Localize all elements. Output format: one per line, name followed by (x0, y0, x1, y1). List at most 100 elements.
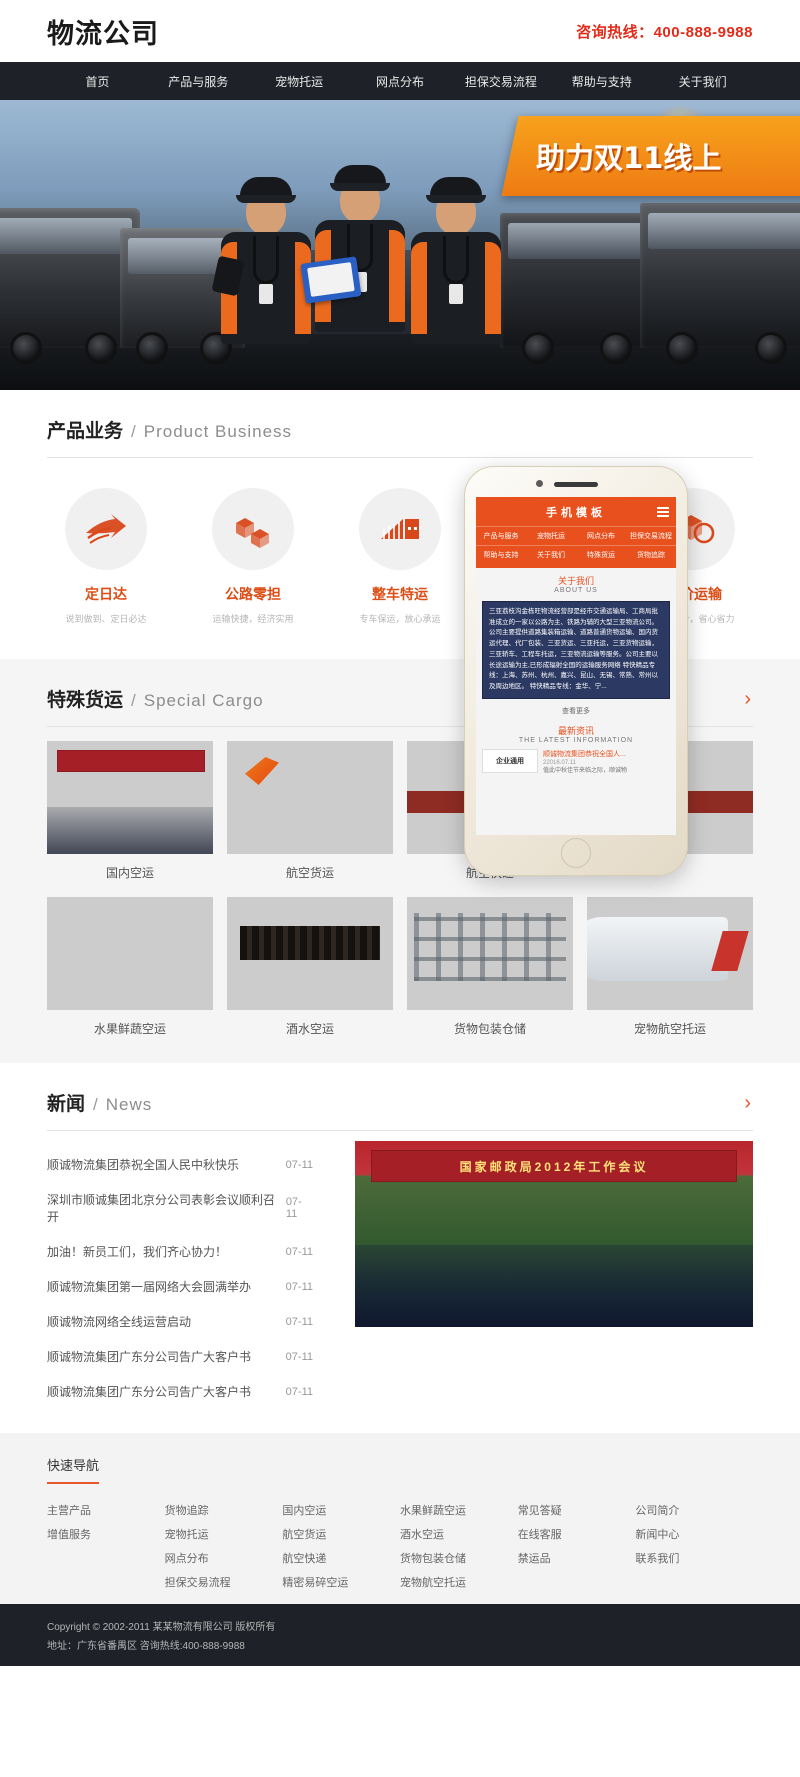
section-title-cn: 特殊货运 (47, 690, 124, 711)
quick-nav-link[interactable]: 网点分布 (165, 1546, 283, 1570)
phone-speaker (554, 482, 598, 487)
site-header: 物流公司 咨询热线：400-888-9988 (0, 0, 800, 62)
nav-item-6[interactable]: 帮助与支持 (551, 62, 652, 100)
quick-nav-link[interactable]: 酒水空运 (400, 1522, 518, 1546)
nav-item-7[interactable]: 关于我们 (652, 62, 753, 100)
quick-nav-grid: 主营产品 增值服务 货物追踪 宠物托运 网点分布 担保交易流程 国内空运 航空货运 航空快递 精密… (47, 1498, 753, 1594)
quick-nav-title: 快速导航 (47, 1455, 100, 1484)
quick-nav-link[interactable]: 宠物托运 (165, 1522, 283, 1546)
quick-nav-link[interactable]: 新闻中心 (635, 1522, 753, 1546)
news-row[interactable]: 顺诚物流集团第一届网络大会圆满举办 07-11 (47, 1269, 329, 1304)
copyright-line-2: 地址：广东省番禺区 咨询热线:400-888-9988 (47, 1641, 245, 1652)
news-image-crowd (355, 1245, 753, 1327)
nav-item-3[interactable]: 宠物托运 (249, 62, 350, 100)
cargo-caption: 货物包装仓储 (453, 1022, 526, 1036)
phone-home-button[interactable] (561, 838, 591, 868)
quick-nav-link[interactable]: 增值服务 (47, 1522, 165, 1546)
quick-nav-column-3: 国内空运 航空货运 航空快递 精密易碎空运 (282, 1498, 400, 1594)
section-title-en: News (105, 1095, 153, 1114)
news-next-arrow-icon[interactable]: › (744, 1093, 751, 1113)
quick-nav-link[interactable]: 担保交易流程 (165, 1570, 283, 1594)
phone-nav-item[interactable]: 担保交易流程 (626, 526, 676, 545)
quick-nav-link[interactable]: 水果鲜蔬空运 (400, 1498, 518, 1522)
quick-nav-link[interactable]: 国内空运 (282, 1498, 400, 1522)
news-row[interactable]: 顺诚物流集团广东分公司告广大客户书 07-11 (47, 1374, 329, 1409)
news-title: 加油！新员工们，我们齐心协力！ (47, 1245, 228, 1259)
quick-nav-link[interactable]: 航空快递 (282, 1546, 400, 1570)
quick-nav-link[interactable]: 精密易碎空运 (282, 1570, 400, 1594)
product-card-1[interactable]: 定日达 说到做到、定日必达 (47, 488, 165, 625)
cargo-caption: 水果鲜蔬空运 (93, 1022, 166, 1036)
quick-nav-link[interactable]: 主营产品 (47, 1498, 165, 1522)
product-desc: 专车保运，放心承运 (359, 614, 441, 624)
plane-loading-photo (587, 897, 753, 1010)
truck-image (0, 208, 140, 364)
product-name: 整车特运 (372, 586, 428, 602)
news-date: 07-11 (285, 1196, 302, 1220)
news-row[interactable]: 顺诚物流网络全线运营启动 07-11 (47, 1304, 329, 1339)
phone-nav-item[interactable]: 帮助与支持 (476, 545, 526, 564)
nav-item-2[interactable]: 产品与服务 (148, 62, 249, 100)
news-featured-image[interactable]: 国家邮政局2012年工作会议 (355, 1141, 753, 1327)
cargo-card-5[interactable]: 水果鲜蔬空运 (47, 897, 213, 1041)
phone-about-title-en: ABOUT US (554, 587, 598, 594)
quick-nav-link[interactable]: 货物追踪 (165, 1498, 283, 1522)
quick-nav-link[interactable]: 联系我们 (635, 1546, 753, 1570)
nav-item-5[interactable]: 担保交易流程 (450, 62, 551, 100)
cargo-card-1[interactable]: 国内空运 (47, 741, 213, 885)
news-row[interactable]: 顺诚物流集团恭祝全国人民中秋快乐 07-11 (47, 1147, 329, 1182)
conference-photo (47, 741, 213, 854)
hamburger-menu-icon[interactable] (657, 505, 669, 519)
truck-image (500, 213, 650, 364)
quick-nav-link[interactable]: 货物包装仓储 (400, 1546, 518, 1570)
section-title-sep: / (93, 1095, 98, 1114)
phone-nav-item[interactable]: 特殊货运 (576, 545, 626, 564)
phone-nav-item[interactable]: 关于我们 (526, 545, 576, 564)
nav-item-4[interactable]: 网点分布 (350, 62, 451, 100)
cargo-card-8[interactable]: 宠物航空托运 (587, 897, 753, 1041)
news-list: 顺诚物流集团恭祝全国人民中秋快乐 07-11 深圳市顺诚集团北京分公司表彰会议顺利召… (47, 1141, 329, 1409)
quick-nav-link[interactable]: 宠物航空托运 (400, 1570, 518, 1594)
product-desc: 说到做到、定日必达 (65, 614, 147, 624)
phone-about-heading: 关于我们 ABOUT US (476, 568, 676, 597)
truck-image (640, 203, 800, 364)
cargo-card-2[interactable]: 航空货运 (227, 741, 393, 885)
nav-item-1[interactable]: 首页 (47, 62, 148, 100)
phone-news-headline: 顺诚物流集团恭祝全国人... (543, 750, 626, 758)
cargo-caption: 国内空运 (105, 866, 154, 880)
site-footer: 快速导航 主营产品 增值服务 货物追踪 宠物托运 网点分布 担保交易流程 国内空运 航空货运航… (0, 1433, 800, 1604)
site-logo[interactable]: 物流公司 (47, 12, 159, 51)
product-card-2[interactable]: 公路零担运输快捷，经济实用 (194, 488, 312, 625)
phone-mockup: 手机模板 产品与服务 宠物托运 网点分布 担保交易流程 帮助与支持 关于我们 特殊货运 货物… (464, 466, 688, 876)
product-name: 公路零担 (225, 586, 281, 602)
news-row[interactable]: 加油！新员工们，我们齐心协力！ 07-11 (47, 1234, 329, 1269)
phone-nav-item[interactable]: 产品与服务 (476, 526, 526, 545)
news-title: 顺诚物流集团广东分公司告广大客户书 (47, 1385, 252, 1399)
phone-nav-item[interactable]: 网点分布 (576, 526, 626, 545)
product-card-3[interactable]: 整车特运专车保运，放心承运 (341, 488, 459, 625)
copyright-bar: Copyright © 2002-2011 某某物流有限公司 版权所有 地址：广… (0, 1604, 800, 1666)
phone-nav-item[interactable]: 货物追踪 (626, 545, 676, 564)
phone-news-title-en: THE LATEST INFORMATION (518, 736, 634, 744)
wine-photo (227, 897, 393, 1010)
phone-nav-item[interactable]: 宠物托运 (526, 526, 576, 545)
phone-news-date: 22016.07.11 (543, 759, 576, 766)
news-row[interactable]: 顺诚物流集团广东分公司告广大客户书 07-11 (47, 1339, 329, 1374)
cargo-card-6[interactable]: 酒水空运 (227, 897, 393, 1041)
copyright-line-1: Copyright © 2002-2011 某某物流有限公司 版权所有 (47, 1622, 276, 1633)
quick-nav-link[interactable]: 禁运品 (518, 1546, 636, 1570)
special-next-arrow-icon[interactable]: › (744, 689, 751, 709)
product-desc: 运输快捷，经济实用 (212, 614, 294, 624)
news-row[interactable]: 深圳市顺诚集团北京分公司表彰会议顺利召开 07-11 (47, 1182, 329, 1234)
quick-nav-link[interactable]: 常见答疑 (518, 1498, 636, 1522)
news-section-heading: 新闻 / News › (47, 1063, 753, 1130)
quick-nav-link[interactable]: 航空货运 (282, 1522, 400, 1546)
quick-nav-link[interactable]: 公司简介 (635, 1498, 753, 1522)
boxes-icon (212, 488, 294, 570)
section-title-sep: / (131, 422, 136, 441)
quick-nav-link[interactable]: 在线客服 (518, 1522, 636, 1546)
phone-view-more-link[interactable]: 查看更多 (476, 703, 676, 718)
phone-news-item[interactable]: 企业通用 顺诚物流集团恭祝全国人... 22016.07.11 值此中秋佳节来临… (482, 748, 670, 775)
news-date: 07-11 (285, 1315, 313, 1328)
cargo-card-7[interactable]: 货物包装仓储 (407, 897, 573, 1041)
